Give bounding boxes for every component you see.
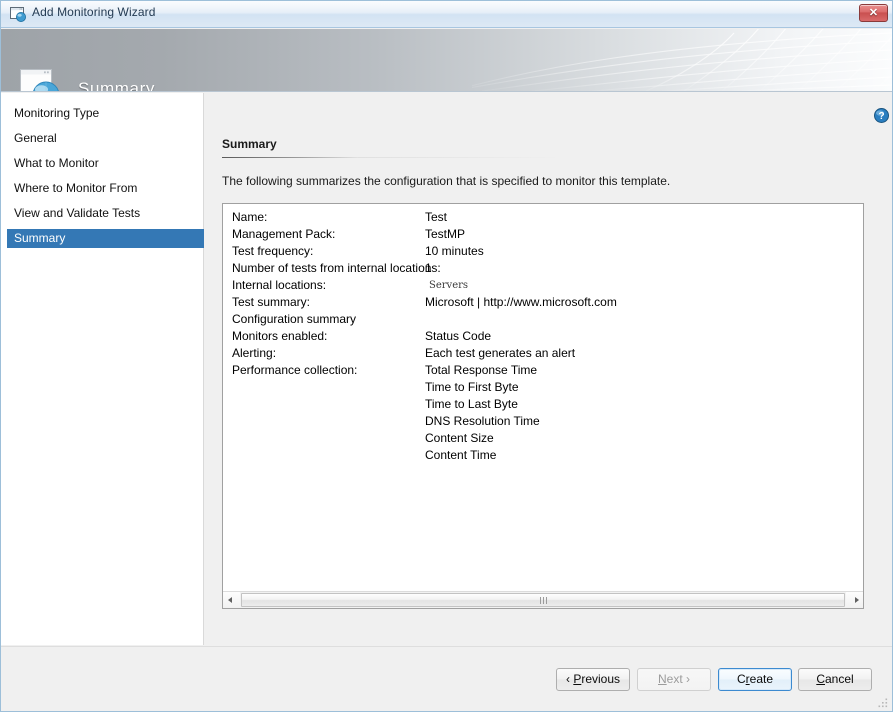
title-divider-fade [358, 157, 563, 158]
sidebar-item-view-and-validate-tests[interactable]: View and Validate Tests [7, 204, 204, 223]
summary-panel: Name: Test Management Pack: TestMP Test … [222, 203, 864, 609]
summary-rows: Name: Test Management Pack: TestMP Test … [223, 204, 863, 464]
page-title: Summary [222, 137, 277, 151]
wizard-banner: Summary [1, 29, 892, 92]
summary-value: Time to Last Byte [425, 397, 518, 411]
summary-row: Alerting: Each test generates an alert [223, 345, 863, 362]
scrollbar-grip-icon [540, 597, 547, 604]
banner-mesh-graphic [472, 29, 892, 91]
window-globe-icon [10, 7, 26, 22]
main-content: ? Help Summary The following summarizes … [205, 93, 892, 645]
summary-value: 10 minutes [425, 244, 484, 258]
scroll-right-arrow-icon[interactable] [846, 592, 863, 608]
summary-row: Test summary: Microsoft | http://www.mic… [223, 294, 863, 311]
scrollbar-thumb[interactable] [241, 593, 845, 607]
sidebar-item-general[interactable]: General [7, 129, 204, 148]
summary-value: TestMP [425, 227, 466, 241]
next-button[interactable]: Next › [637, 668, 711, 691]
close-button[interactable]: ✕ [859, 4, 888, 22]
summary-value: Content Time [425, 448, 497, 462]
summary-row: DNS Resolution Time [223, 413, 863, 430]
help-circle-icon: ? [874, 108, 889, 123]
summary-row: Monitors enabled: Status Code [223, 328, 863, 345]
summary-row: Number of tests from internal locations:… [223, 260, 863, 277]
summary-value: Each test generates an alert [425, 346, 576, 360]
summary-label: Configuration summary [232, 312, 357, 326]
resize-grip-icon[interactable] [877, 697, 889, 709]
intro-text: The following summarizes the configurati… [222, 174, 671, 188]
summary-value: DNS Resolution Time [425, 414, 540, 428]
summary-value: Time to First Byte [425, 380, 519, 394]
title-divider [222, 157, 358, 158]
add-monitoring-wizard-window: Add Monitoring Wizard ✕ Summary Monitori… [0, 0, 893, 712]
banner-title: Summary [78, 79, 155, 92]
banner-window-globe-icon [20, 69, 59, 91]
summary-row: Content Time [223, 447, 863, 464]
summary-value: Total Response Time [425, 363, 538, 377]
previous-button-label: ‹ Previous [565, 672, 621, 686]
summary-label: Number of tests from internal locations: [232, 261, 441, 275]
sidebar-item-summary[interactable]: Summary [7, 229, 204, 248]
sidebar-item-where-to-monitor-from[interactable]: Where to Monitor From [7, 179, 204, 198]
summary-row: Internal locations: Servers [223, 277, 863, 294]
close-icon: ✕ [868, 7, 879, 19]
summary-label: Test summary: [232, 295, 311, 309]
next-button-label: Next › [657, 672, 690, 686]
summary-label: Test frequency: [232, 244, 314, 258]
summary-row: Configuration summary [223, 311, 863, 328]
previous-button[interactable]: ‹ Previous [556, 668, 630, 691]
summary-row: Performance collection: Total Response T… [223, 362, 863, 379]
summary-row: Management Pack: TestMP [223, 226, 863, 243]
title-bar: Add Monitoring Wizard ✕ [1, 1, 892, 28]
summary-value: Content Size [425, 431, 494, 445]
summary-value: Test [425, 210, 448, 224]
summary-label: Alerting: [232, 346, 277, 360]
summary-row: Name: Test [223, 209, 863, 226]
scrollbar-track[interactable] [240, 592, 846, 608]
summary-label: Monitors enabled: [232, 329, 328, 343]
create-button-label: Create [736, 672, 774, 686]
window-title: Add Monitoring Wizard [32, 5, 156, 19]
scroll-left-arrow-icon[interactable] [223, 592, 240, 608]
summary-label: Management Pack: [232, 227, 336, 241]
summary-value: Servers [429, 280, 469, 291]
summary-label: Internal locations: [232, 278, 327, 292]
summary-row: Time to Last Byte [223, 396, 863, 413]
summary-value: 1 [425, 261, 432, 275]
cancel-button[interactable]: Cancel [798, 668, 872, 691]
summary-row: Time to First Byte [223, 379, 863, 396]
summary-label: Performance collection: [232, 363, 358, 377]
horizontal-scrollbar[interactable] [223, 591, 863, 608]
sidebar-item-monitoring-type[interactable]: Monitoring Type [7, 104, 204, 123]
summary-value: Status Code [425, 329, 492, 343]
svg-text:?: ? [878, 111, 884, 122]
summary-label: Name: [232, 210, 268, 224]
cancel-button-label: Cancel [816, 672, 854, 686]
sidebar-item-what-to-monitor[interactable]: What to Monitor [7, 154, 204, 173]
create-button[interactable]: Create [718, 668, 792, 691]
summary-row: Content Size [223, 430, 863, 447]
wizard-step-sidebar: Monitoring Type General What to Monitor … [1, 93, 204, 645]
footer-bar: ‹ Previous Next › Create Cancel [1, 646, 892, 711]
summary-row: Test frequency: 10 minutes [223, 243, 863, 260]
summary-value: Microsoft | http://www.microsoft.com [425, 295, 617, 309]
